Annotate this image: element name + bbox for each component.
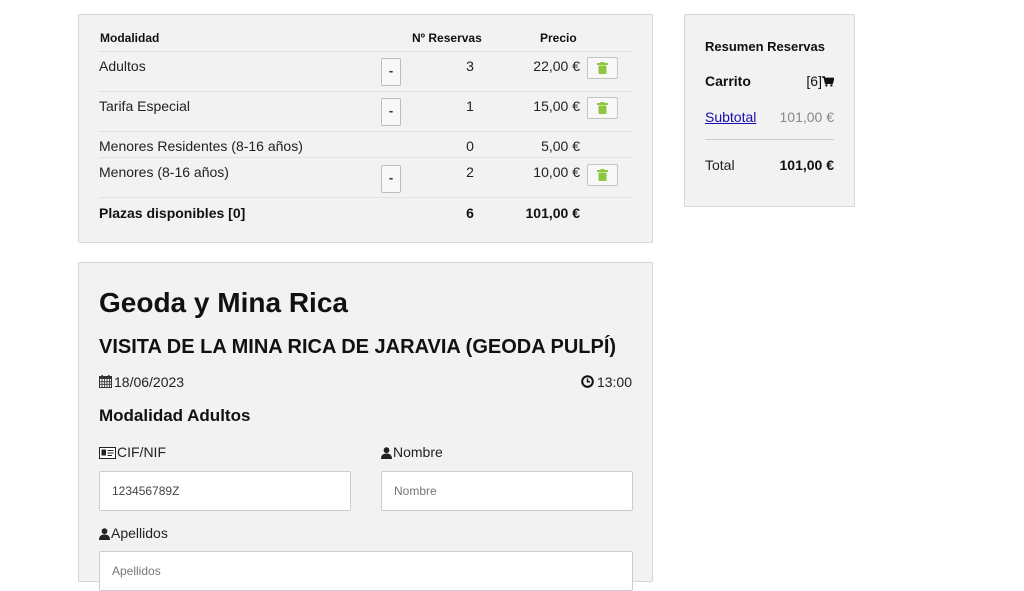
- cart-label: Carrito: [705, 73, 751, 89]
- decrease-adultos-button[interactable]: -: [381, 58, 401, 86]
- available-places-label: Plazas disponibles [0]: [99, 205, 246, 221]
- row-modality-name: Tarifa Especial: [99, 98, 191, 114]
- row-price: 22,00 €: [533, 58, 580, 74]
- booking-form-panel: Geoda y Mina Rica VISITA DE LA MINA RICA…: [78, 262, 653, 591]
- reservations-panel: Modalidad Nº Reservas Precio Adultos - 3…: [78, 14, 653, 243]
- summary-title: Resumen Reservas: [705, 39, 825, 54]
- total-value: 101,00 €: [779, 157, 835, 173]
- row-modality-name: Adultos: [99, 58, 146, 74]
- decrease-tarifa-especial-button[interactable]: -: [381, 98, 401, 126]
- remove-tarifa-especial-button[interactable]: [587, 97, 618, 119]
- id-field-label: CIF/NIF: [99, 444, 166, 460]
- page-title: Geoda y Mina Rica: [99, 287, 348, 318]
- subtotal-value: 101,00 €: [779, 109, 835, 125]
- reservation-row-adultos: Adultos - 3 22,00 €: [99, 51, 632, 92]
- user-icon: [381, 447, 392, 459]
- id-field-label-text: CIF/NIF: [117, 444, 166, 460]
- reservations-footer-row: Plazas disponibles [0] 6 101,00 €: [99, 197, 632, 232]
- row-modality-name: Menores (8-16 años): [99, 164, 229, 180]
- cart-count-value: [6]: [806, 73, 822, 89]
- total-price: 101,00 €: [525, 205, 581, 221]
- visit-date: 18/06/2023: [99, 374, 184, 390]
- summary-divider: [705, 139, 834, 140]
- name-field-label-text: Nombre: [393, 444, 443, 460]
- row-quantity: 3: [466, 58, 474, 74]
- id-card-icon: [99, 447, 116, 459]
- modality-heading: Modalidad Adultos: [99, 406, 251, 425]
- trash-icon: [597, 102, 608, 114]
- row-price: 15,00 €: [533, 98, 580, 114]
- total-label: Total: [705, 157, 735, 173]
- reservation-row-tarifa-especial: Tarifa Especial - 1 15,00 €: [99, 91, 632, 132]
- column-header-modality: Modalidad: [100, 31, 160, 45]
- visit-time: 13:00: [581, 374, 632, 390]
- total-bookings-count: 6: [466, 205, 474, 221]
- cart-count[interactable]: [6]: [806, 73, 835, 89]
- subtotal-link[interactable]: Subtotal: [705, 109, 756, 125]
- column-header-price: Precio: [540, 31, 577, 45]
- visit-date-value: 18/06/2023: [114, 374, 185, 390]
- reservation-summary-panel: Resumen Reservas Carrito [6] Subtotal 10…: [684, 14, 855, 207]
- row-quantity: 1: [466, 98, 474, 114]
- remove-adultos-button[interactable]: [587, 57, 618, 79]
- row-quantity: 2: [466, 164, 474, 180]
- reservation-row-menores: Menores (8-16 años) - 2 10,00 €: [99, 157, 632, 198]
- trash-icon: [597, 169, 608, 181]
- remove-menores-button[interactable]: [587, 164, 618, 186]
- trash-icon: [597, 62, 608, 74]
- surname-field-label-text: Apellidos: [111, 525, 168, 541]
- surname-field-label: Apellidos: [99, 525, 168, 541]
- reservation-row-menores-residentes: Menores Residentes (8-16 años) 0 5,00 €: [99, 131, 632, 158]
- shopping-cart-icon: [822, 76, 835, 87]
- clock-icon: [581, 375, 594, 388]
- row-price: 5,00 €: [541, 138, 580, 154]
- calendar-icon: [99, 375, 112, 388]
- name-input[interactable]: [381, 471, 633, 511]
- user-icon: [99, 528, 110, 540]
- visit-subtitle: VISITA DE LA MINA RICA DE JARAVIA (GEODA…: [99, 336, 617, 358]
- row-quantity: 0: [466, 138, 474, 154]
- decrease-menores-button[interactable]: -: [381, 165, 401, 193]
- name-field-label: Nombre: [381, 444, 443, 460]
- id-input[interactable]: [99, 471, 351, 511]
- surname-input[interactable]: [99, 551, 633, 591]
- column-header-bookings: Nº Reservas: [412, 31, 482, 45]
- visit-time-value: 13:00: [596, 374, 632, 390]
- row-price: 10,00 €: [533, 164, 580, 180]
- row-modality-name: Menores Residentes (8-16 años): [99, 138, 303, 154]
